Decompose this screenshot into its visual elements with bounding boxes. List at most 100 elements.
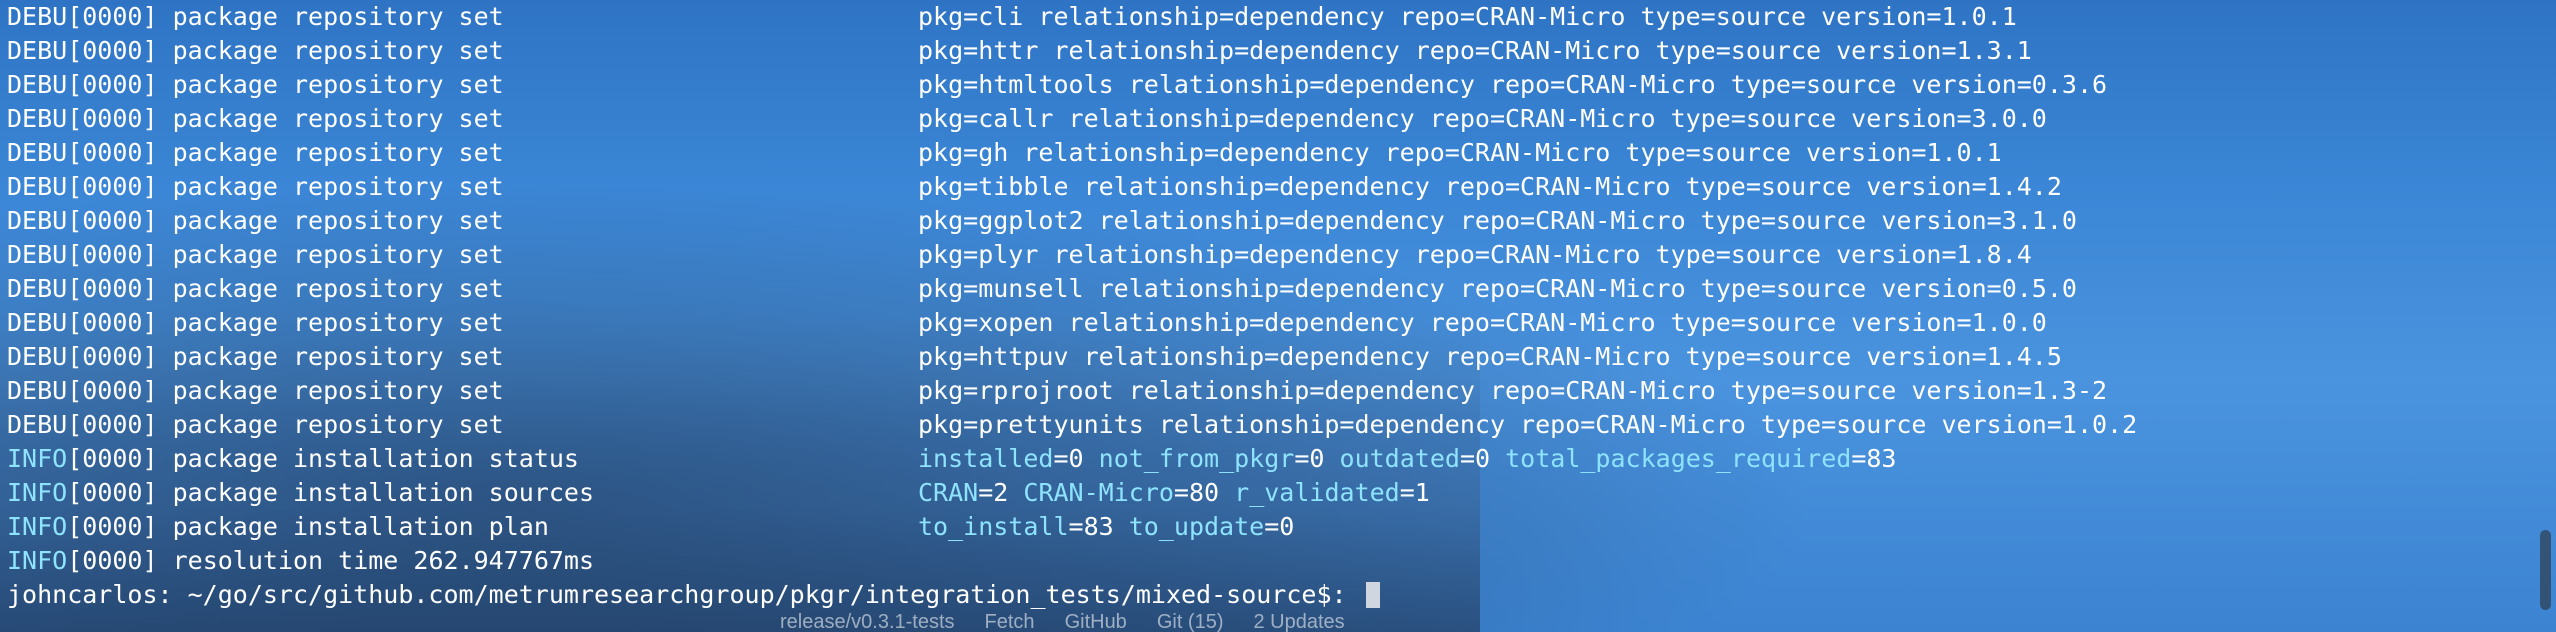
field-value: 1	[1414, 478, 1430, 507]
log-detail: pkg=tibble relationship=dependency repo=…	[918, 172, 2062, 201]
scrollbar-thumb[interactable]	[2540, 530, 2551, 610]
log-detail: pkg=gh relationship=dependency repo=CRAN…	[918, 138, 2002, 167]
log-line: DEBU[0000] package repository set pkg=cli…	[7, 0, 2516, 34]
log-detail: pkg=munsell relationship=dependency repo…	[918, 274, 2077, 303]
log-line: DEBU[0000] package repository set pkg=cal…	[7, 102, 2516, 136]
log-detail: pkg=rprojroot relationship=dependency re…	[918, 376, 2108, 405]
log-message: package repository set	[172, 104, 504, 133]
dock-item: 2 Updates	[1253, 612, 1345, 632]
terminal-scrollbar[interactable]	[2536, 0, 2554, 632]
info-level-tag: INFO	[7, 478, 68, 507]
field-key: not_from_pkgr	[1098, 444, 1295, 473]
log-left: DEBU[0000] package repository set	[7, 204, 504, 238]
dock-item: Fetch	[984, 612, 1035, 632]
log-line: DEBU[0000] package repository set pkg=htm…	[7, 68, 2516, 102]
field-key: installed	[918, 444, 1054, 473]
log-message: package installation sources	[172, 478, 595, 507]
log-line: DEBU[0000] package repository set pkg=htt…	[7, 34, 2516, 68]
field-key: CRAN-Micro	[1023, 478, 1174, 507]
log-level-tag: DEBU[0000]	[7, 104, 158, 133]
log-left: DEBU[0000] package repository set	[7, 408, 504, 442]
log-message: package installation plan	[172, 512, 549, 541]
info-level-counter: [0000]	[67, 478, 158, 507]
field-value: 0	[1068, 444, 1084, 473]
log-left: INFO[0000] resolution time 262.947767ms	[7, 544, 594, 578]
log-message: package repository set	[172, 308, 504, 337]
log-level-tag: DEBU[0000]	[7, 36, 158, 65]
log-line: DEBU[0000] package repository set pkg=pre…	[7, 408, 2516, 442]
log-message: package repository set	[172, 274, 504, 303]
info-level-tag: INFO	[7, 444, 68, 473]
log-line: DEBU[0000] package repository set pkg=mun…	[7, 272, 2516, 306]
log-message: package repository set	[172, 172, 504, 201]
text-cursor	[1365, 582, 1380, 608]
log-level-tag: DEBU[0000]	[7, 410, 158, 439]
log-line: DEBU[0000] package repository set pkg=ggp…	[7, 204, 2516, 238]
log-line: DEBU[0000] package repository set pkg=ply…	[7, 238, 2516, 272]
field-key: to_install	[918, 512, 1069, 541]
field-value: 2	[993, 478, 1009, 507]
log-detail: pkg=callr relationship=dependency repo=C…	[918, 104, 2047, 133]
log-message: package repository set	[172, 206, 504, 235]
field-value: 83	[1866, 444, 1897, 473]
info-line: INFO[0000] package installation status in…	[7, 442, 2516, 476]
log-detail: pkg=prettyunits relationship=dependency …	[918, 410, 2138, 439]
log-line: DEBU[0000] package repository set pkg=tib…	[7, 170, 2516, 204]
field-value: 80	[1188, 478, 1220, 507]
log-level-tag: DEBU[0000]	[7, 206, 158, 235]
log-message: package repository set	[172, 376, 504, 405]
log-line: DEBU[0000] package repository set pkg=rpr…	[7, 374, 2516, 408]
dock-item: Git (15)	[1156, 612, 1224, 632]
log-message: package repository set	[172, 138, 504, 167]
log-detail: pkg=cli relationship=dependency repo=CRA…	[918, 2, 2017, 31]
log-level-tag: DEBU[0000]	[7, 342, 158, 371]
field-key: total_packages_required	[1505, 444, 1852, 473]
log-line: DEBU[0000] package repository set pkg=gh …	[7, 136, 2516, 170]
log-left: INFO[0000] package installation status	[7, 442, 579, 476]
info-line: INFO[0000] resolution time 262.947767ms	[7, 544, 2516, 578]
log-left: DEBU[0000] package repository set	[7, 170, 504, 204]
log-line: DEBU[0000] package repository set pkg=htt…	[7, 340, 2516, 374]
info-fields: installed=0 not_from_pkgr=0 outdated=0 t…	[918, 444, 1897, 473]
info-line: INFO[0000] package installation plan to_i…	[7, 510, 2516, 544]
log-message: package repository set	[172, 342, 504, 371]
log-left: DEBU[0000] package repository set	[7, 238, 504, 272]
field-value: 83	[1083, 512, 1114, 541]
log-message: package repository set	[172, 36, 504, 65]
info-level-tag: INFO	[7, 512, 68, 541]
log-left: DEBU[0000] package repository set	[7, 340, 504, 374]
log-level-tag: DEBU[0000]	[7, 274, 158, 303]
log-level-tag: DEBU[0000]	[7, 70, 158, 99]
shell-prompt: johncarlos: ~/go/src/github.com/metrumre…	[7, 580, 1362, 609]
info-fields: CRAN=2 CRAN-Micro=80 r_validated=1	[918, 478, 1430, 507]
log-left: DEBU[0000] package repository set	[7, 306, 504, 340]
log-level-tag: DEBU[0000]	[7, 2, 158, 31]
log-detail: pkg=htmltools relationship=dependency re…	[918, 70, 2108, 99]
log-detail: pkg=plyr relationship=dependency repo=CR…	[918, 240, 2032, 269]
log-detail: pkg=httpuv relationship=dependency repo=…	[918, 342, 2062, 371]
log-left: INFO[0000] package installation plan	[7, 510, 549, 544]
field-key: outdated	[1339, 444, 1460, 473]
log-left: DEBU[0000] package repository set	[7, 68, 504, 102]
log-level-tag: DEBU[0000]	[7, 138, 158, 167]
log-left: DEBU[0000] package repository set	[7, 0, 504, 34]
log-line: DEBU[0000] package repository set pkg=xop…	[7, 306, 2516, 340]
shell-prompt-line[interactable]: johncarlos: ~/go/src/github.com/metrumre…	[7, 578, 2516, 612]
background-dock-strip: release/v0.3.1-tests Fetch GitHub Git (15) 2…	[780, 612, 1430, 632]
log-message: package repository set	[172, 410, 504, 439]
field-key: r_validated	[1234, 478, 1400, 507]
field-value: 0	[1309, 444, 1325, 473]
field-value: 0	[1279, 512, 1295, 541]
log-message: resolution time 262.947767ms	[172, 546, 595, 575]
log-left: DEBU[0000] package repository set	[7, 272, 504, 306]
log-level-tag: DEBU[0000]	[7, 376, 158, 405]
info-level-tag: INFO	[7, 546, 68, 575]
log-left: DEBU[0000] package repository set	[7, 34, 504, 68]
field-key: to_update	[1128, 512, 1265, 541]
field-key: CRAN	[918, 478, 979, 507]
log-message: package repository set	[172, 70, 504, 99]
info-line: INFO[0000] package installation sources C…	[7, 476, 2516, 510]
info-fields: to_install=83 to_update=0	[918, 512, 1295, 541]
terminal-window[interactable]: DEBU[0000] package repository set pkg=cli…	[0, 0, 2556, 632]
log-left: DEBU[0000] package repository set	[7, 136, 504, 170]
